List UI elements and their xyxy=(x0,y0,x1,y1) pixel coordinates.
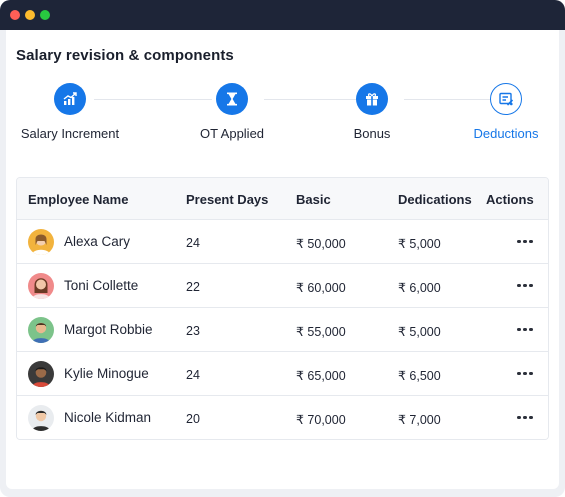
deduction-icon xyxy=(498,92,513,106)
main-panel: Salary revision & components Salary Incr… xyxy=(6,30,559,489)
deductions-cell: ₹ 5,000 xyxy=(398,325,441,339)
column-header-deductions[interactable]: Dedications xyxy=(398,192,472,207)
step-ot-applied[interactable]: OT Applied xyxy=(162,83,302,141)
step-label: OT Applied xyxy=(199,126,265,141)
employee-name: Kylie Minogue xyxy=(64,366,149,381)
table-row[interactable]: Toni Collette 22 ₹ 60,000 ₹ 6,000 xyxy=(17,264,548,308)
close-window-button[interactable] xyxy=(10,10,20,20)
present-days-cell: 22 xyxy=(186,280,200,294)
column-header-basic[interactable]: Basic xyxy=(296,192,331,207)
basic-salary-cell: ₹ 70,000 xyxy=(296,413,346,427)
column-header-present-days[interactable]: Present Days xyxy=(186,192,268,207)
column-header-name[interactable]: Employee Name xyxy=(28,192,128,207)
avatar xyxy=(28,405,54,431)
deductions-cell: ₹ 7,000 xyxy=(398,413,441,427)
hourglass-icon xyxy=(227,92,237,106)
column-header-actions: Actions xyxy=(486,192,534,207)
avatar xyxy=(28,361,54,387)
employee-table: Employee Name Present Days Basic Dedicat… xyxy=(16,177,549,440)
basic-salary-cell: ₹ 55,000 xyxy=(296,325,346,339)
deductions-cell: ₹ 6,500 xyxy=(398,369,441,383)
avatar xyxy=(28,229,54,255)
deductions-cell: ₹ 5,000 xyxy=(398,237,441,251)
step-circle xyxy=(490,83,522,115)
more-actions-icon[interactable] xyxy=(507,318,543,342)
deductions-cell: ₹ 6,000 xyxy=(398,281,441,295)
more-actions-icon[interactable] xyxy=(507,362,543,386)
step-circle xyxy=(54,83,86,115)
maximize-window-button[interactable] xyxy=(40,10,50,20)
present-days-cell: 24 xyxy=(186,368,200,382)
employee-name: Nicole Kidman xyxy=(64,410,152,425)
employee-name: Margot Robbie xyxy=(64,322,153,337)
step-salary-increment[interactable]: Salary Increment xyxy=(0,83,140,141)
more-actions-icon[interactable] xyxy=(507,406,543,430)
table-row[interactable]: Alexa Cary 24 ₹ 50,000 ₹ 5,000 xyxy=(17,220,548,264)
avatar xyxy=(28,273,54,299)
employee-name: Toni Collette xyxy=(64,278,139,293)
present-days-cell: 24 xyxy=(186,236,200,250)
step-bonus[interactable]: Bonus xyxy=(302,83,442,141)
table-header: Employee Name Present Days Basic Dedicat… xyxy=(17,178,548,220)
table-row[interactable]: Nicole Kidman 20 ₹ 70,000 ₹ 7,000 xyxy=(17,396,548,439)
table-row[interactable]: Margot Robbie 23 ₹ 55,000 ₹ 5,000 xyxy=(17,308,548,352)
gift-icon xyxy=(366,93,378,106)
window-titlebar xyxy=(0,0,565,30)
step-label: Deductions xyxy=(473,126,539,141)
employee-name: Alexa Cary xyxy=(64,234,131,249)
present-days-cell: 23 xyxy=(186,324,200,338)
minimize-window-button[interactable] xyxy=(25,10,35,20)
table-row[interactable]: Kylie Minogue 24 ₹ 65,000 ₹ 6,500 xyxy=(17,352,548,396)
present-days-cell: 20 xyxy=(186,412,200,426)
step-circle xyxy=(356,83,388,115)
basic-salary-cell: ₹ 65,000 xyxy=(296,369,346,383)
more-actions-icon[interactable] xyxy=(507,230,543,254)
step-deductions[interactable]: Deductions xyxy=(436,83,565,141)
step-label: Salary Increment xyxy=(20,126,120,141)
page-title: Salary revision & components xyxy=(16,47,234,64)
app-window: Salary revision & components Salary Incr… xyxy=(0,0,565,497)
avatar xyxy=(28,317,54,343)
basic-salary-cell: ₹ 50,000 xyxy=(296,237,346,251)
step-circle xyxy=(216,83,248,115)
more-actions-icon[interactable] xyxy=(507,274,543,298)
basic-salary-cell: ₹ 60,000 xyxy=(296,281,346,295)
step-label: Bonus xyxy=(353,126,391,141)
chart-growth-icon xyxy=(63,92,77,105)
